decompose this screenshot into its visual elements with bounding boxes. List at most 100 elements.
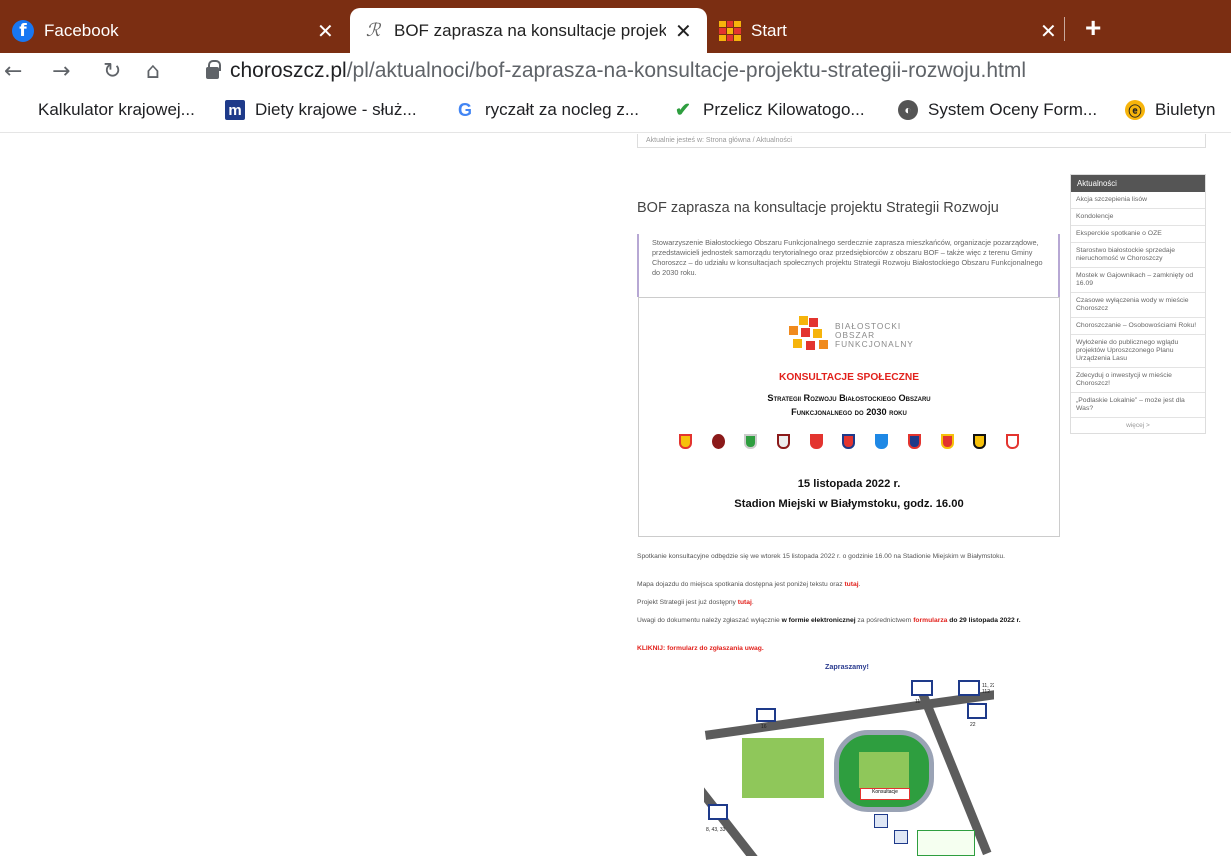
address-bar[interactable]: choroszcz.pl/pl/aktualnoci/bof-zaprasza-… bbox=[230, 59, 1026, 83]
news-sidebar: Aktualności Akcja szczepienia lisów Kond… bbox=[1070, 174, 1206, 434]
checkmark-icon: ✔ bbox=[675, 99, 691, 121]
poster-heading: KONSULTACJE SPOŁECZNE bbox=[779, 372, 919, 383]
bookmark-przelicz[interactable]: ✔ Przelicz Kilowatogo... bbox=[673, 99, 865, 121]
access-map: Konsultacje 11, 22, 112 11 22 16 8, 43, … bbox=[704, 680, 994, 856]
bookmark-biuletyn[interactable]: ⓔ Biuletyn bbox=[1125, 100, 1215, 120]
poster-subheading-line: Strategii Rozwoju Białostockiego Obszaru bbox=[767, 393, 931, 403]
parking-icon bbox=[894, 830, 908, 844]
paragraph-text: Mapa dojazdu do miejsca spotkania dostęp… bbox=[637, 581, 845, 588]
paragraph-text: Projekt Strategii jest już dostępny bbox=[637, 599, 738, 606]
bookmark-label: Przelicz Kilowatogo... bbox=[703, 100, 865, 119]
paragraph-text: Uwagi do dokumentu należy zgłaszać wyłąc… bbox=[637, 617, 782, 624]
parking-icon bbox=[874, 814, 888, 828]
bookmark-ryczalt[interactable]: G ryczałt za nocleg z... bbox=[455, 100, 639, 120]
sidebar-news-item[interactable]: Choroszczanie – Osobowościami Roku! bbox=[1071, 318, 1205, 335]
sidebar-news-item[interactable]: Kondolencje bbox=[1071, 209, 1205, 226]
facebook-icon: f bbox=[12, 19, 34, 42]
sidebar-news-item[interactable]: Wyłożenie do publicznego wglądu projektó… bbox=[1071, 335, 1205, 368]
logo-line: FUNKCJONALNY bbox=[835, 339, 914, 349]
map-paragraph: Mapa dojazdu do miejsca spotkania dostęp… bbox=[637, 581, 861, 588]
municipal-crests bbox=[679, 434, 1019, 452]
tab-facebook[interactable]: f Facebook ✕ bbox=[0, 8, 350, 53]
breadcrumb: Aktualnie jesteś w: Strona główna / Aktu… bbox=[637, 134, 1206, 148]
globe-icon: ◐ bbox=[898, 100, 918, 120]
new-tab-button[interactable]: + bbox=[1085, 12, 1101, 44]
lock-icon[interactable] bbox=[206, 60, 221, 79]
bookmark-label: Diety krajowe - służ... bbox=[255, 100, 417, 119]
crest-icon bbox=[875, 434, 889, 449]
poster-subheading: Strategii Rozwoju Białostockiego Obszaru… bbox=[639, 391, 1059, 419]
tab-title: Facebook bbox=[44, 20, 119, 40]
crest-icon bbox=[679, 434, 692, 449]
tab-title: Start bbox=[751, 20, 787, 40]
poster-date: 15 listopada 2022 r. bbox=[797, 478, 901, 490]
tab-title: BOF zaprasza na konsultacje projektu Str… bbox=[394, 20, 666, 40]
bus-stop-icon bbox=[911, 680, 933, 696]
close-icon[interactable]: ✕ bbox=[1040, 19, 1057, 44]
b-icon: ⓔ bbox=[1125, 100, 1145, 120]
bookmark-label: Kalkulator krajowej... bbox=[38, 100, 195, 119]
sidebar-news-item[interactable]: Mostek w Gajownikach – zamknięty od 16.0… bbox=[1071, 268, 1205, 293]
bus-stop-icon bbox=[756, 708, 776, 722]
crest-icon bbox=[842, 434, 856, 449]
paragraph-bold: w formie elektronicznej bbox=[781, 617, 856, 624]
m-icon: m bbox=[225, 100, 245, 120]
back-icon[interactable]: ← bbox=[4, 59, 22, 84]
strategy-paragraph: Projekt Strategii jest już dostępny tuta… bbox=[637, 599, 754, 606]
close-icon[interactable]: ✕ bbox=[317, 19, 334, 44]
map-link[interactable]: tutaj bbox=[844, 581, 858, 588]
meeting-paragraph: Spotkanie konsultacyjne odbędzie się we … bbox=[637, 553, 1006, 560]
sidebar-news-item[interactable]: Eksperckie spotkanie o OZE bbox=[1071, 226, 1205, 243]
article-title: BOF zaprasza na konsultacje projektu Str… bbox=[637, 200, 999, 216]
sidebar-heading: Aktualności bbox=[1071, 175, 1205, 192]
strategy-link[interactable]: tutaj bbox=[738, 599, 752, 606]
forward-icon[interactable]: → bbox=[52, 59, 70, 84]
bof-logo-icon bbox=[789, 316, 829, 352]
paragraph-bold: do 29 listopada 2022 r. bbox=[947, 617, 1021, 624]
sidebar-news-item[interactable]: Akcja szczepienia lisów bbox=[1071, 192, 1205, 209]
tab-strip: f Facebook ✕ ℛ BOF zaprasza na konsultac… bbox=[0, 0, 1231, 53]
form-cta-link[interactable]: KLIKNIJ: formularz do zgłaszania uwag. bbox=[637, 644, 1061, 653]
url-host: choroszcz.pl bbox=[230, 59, 347, 82]
konsultacje-label: Konsultacje bbox=[860, 788, 910, 800]
bus-lines-label: 11 bbox=[915, 699, 921, 705]
article-intro: Stowarzyszenie Białostockiego Obszaru Fu… bbox=[637, 234, 1060, 297]
r-script-icon: ℛ bbox=[365, 20, 381, 41]
legend-box bbox=[917, 830, 975, 856]
paragraph-text: za pośrednictwem bbox=[855, 617, 914, 624]
sidebar-news-item[interactable]: Czasowe wyłączenia wody w mieście Choros… bbox=[1071, 293, 1205, 318]
bookmarks-bar: Kalkulator krajowej... m Diety krajowe -… bbox=[0, 93, 1231, 133]
bookmark-label: Biuletyn bbox=[1155, 100, 1216, 119]
field-icon bbox=[740, 736, 826, 800]
crest-icon bbox=[940, 434, 954, 449]
home-icon[interactable]: ⌂ bbox=[146, 59, 160, 84]
bookmark-system-oceny[interactable]: ◐ System Oceny Form... bbox=[898, 100, 1097, 120]
bookmark-label: ryczałt za nocleg z... bbox=[485, 100, 640, 119]
remarks-paragraph: Uwagi do dokumentu należy zgłaszać wyłąc… bbox=[637, 616, 1061, 625]
grid-icon bbox=[12, 102, 28, 118]
tab-bof[interactable]: ℛ BOF zaprasza na konsultacje projektu S… bbox=[350, 8, 707, 53]
more-news-link[interactable]: więcej > bbox=[1071, 418, 1205, 433]
invitation-text: Zapraszamy! bbox=[825, 662, 869, 671]
tab-start[interactable]: Start ✕ bbox=[707, 8, 1067, 53]
sidebar-news-item[interactable]: Zdecyduj o inwestycji w mieście Choroszc… bbox=[1071, 368, 1205, 393]
bus-lines-label: 22 bbox=[970, 722, 976, 728]
bus-lines-label: 8, 43, 33 bbox=[706, 827, 726, 833]
bookmark-diety[interactable]: m Diety krajowe - służ... bbox=[225, 100, 417, 120]
start-icon bbox=[719, 20, 741, 41]
bookmark-kalkulator[interactable]: Kalkulator krajowej... bbox=[12, 100, 195, 120]
reload-icon[interactable]: ↻ bbox=[103, 59, 121, 84]
crest-icon bbox=[1005, 434, 1019, 449]
bus-lines-label: 11, 22, 112 bbox=[982, 683, 994, 695]
bookmark-label: System Oceny Form... bbox=[928, 100, 1098, 119]
crest-icon bbox=[711, 434, 725, 449]
close-icon[interactable]: ✕ bbox=[675, 19, 692, 44]
sidebar-news-item[interactable]: Starostwo białostockie sprzedaje nieruch… bbox=[1071, 243, 1205, 268]
crest-icon bbox=[973, 434, 987, 449]
tab-separator bbox=[1064, 17, 1065, 41]
crest-icon bbox=[777, 434, 791, 449]
form-link[interactable]: formularza bbox=[913, 617, 947, 624]
sidebar-news-item[interactable]: „Podlaskie Lokalnie” – może jest dla Was… bbox=[1071, 393, 1205, 418]
event-poster: BIAŁOSTOCKI OBSZAR FUNKCJONALNY KONSULTA… bbox=[638, 297, 1060, 537]
crest-icon bbox=[907, 434, 921, 449]
